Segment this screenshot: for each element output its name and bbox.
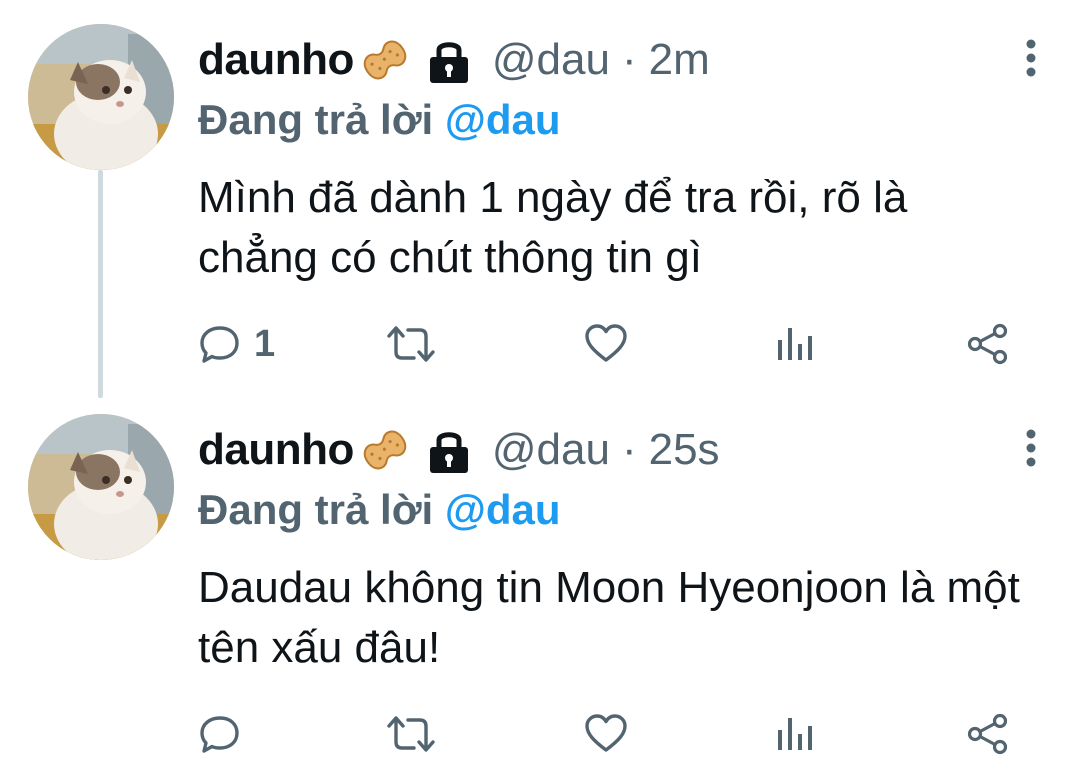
retweet-icon (387, 326, 435, 362)
tweet-actions: 1 (198, 318, 1018, 370)
share-icon (967, 323, 1008, 365)
reply-icon (200, 716, 239, 753)
views-button[interactable] (776, 708, 816, 760)
more-options-icon[interactable] (1024, 428, 1038, 468)
peanut-icon (356, 422, 414, 478)
lock-icon (424, 425, 474, 475)
cat-photo-icon (28, 24, 174, 170)
peanut-icon (356, 32, 414, 88)
timestamp[interactable]: 2m (649, 35, 710, 85)
share-button[interactable] (966, 318, 1010, 370)
lock-icon (424, 35, 474, 85)
separator-dot: · (621, 425, 637, 474)
views-icon (778, 718, 812, 750)
replying-to-mention[interactable]: @dau (445, 486, 561, 533)
share-button[interactable] (966, 708, 1010, 760)
timestamp[interactable]: 25s (649, 425, 720, 475)
display-name[interactable]: daunho (198, 425, 354, 475)
heart-icon (585, 324, 627, 362)
tweet-header: daunho @dau · 2m (198, 30, 710, 90)
share-icon (967, 713, 1008, 755)
views-button[interactable] (776, 318, 816, 370)
display-name[interactable]: daunho (198, 35, 354, 85)
replying-to: Đang trả lời @dau (198, 96, 561, 144)
reply-button[interactable]: 1 (198, 318, 275, 370)
replying-to-label: Đang trả lời (198, 96, 434, 143)
separator-dot: · (621, 35, 637, 84)
retweet-button[interactable] (386, 708, 436, 760)
avatar[interactable] (28, 24, 174, 170)
tweet-header: daunho @dau · 25s (198, 420, 720, 480)
retweet-button[interactable] (386, 318, 436, 370)
more-options-icon[interactable] (1024, 38, 1038, 78)
avatar[interactable] (28, 414, 174, 560)
tweet-actions (198, 708, 1018, 760)
like-button[interactable] (584, 708, 628, 760)
user-handle[interactable]: @dau (492, 35, 610, 85)
replying-to-label: Đang trả lời (198, 486, 434, 533)
tweet-text: Daudau không tin Moon Hyeonjoon là một t… (198, 563, 1020, 672)
replying-to: Đang trả lời @dau (198, 486, 561, 534)
like-button[interactable] (584, 318, 628, 370)
tweet-text: Mình đã dành 1 ngày để tra rồi, rõ là ch… (198, 173, 908, 282)
views-icon (778, 328, 812, 360)
heart-icon (585, 714, 627, 752)
thread-connector-line (98, 170, 103, 398)
reply-button[interactable] (198, 708, 254, 760)
user-handle[interactable]: @dau (492, 425, 610, 475)
replying-to-mention[interactable]: @dau (445, 96, 561, 143)
reply-count: 1 (254, 322, 276, 365)
cat-photo-icon (28, 414, 174, 560)
reply-icon (200, 326, 239, 363)
retweet-icon (387, 716, 435, 752)
